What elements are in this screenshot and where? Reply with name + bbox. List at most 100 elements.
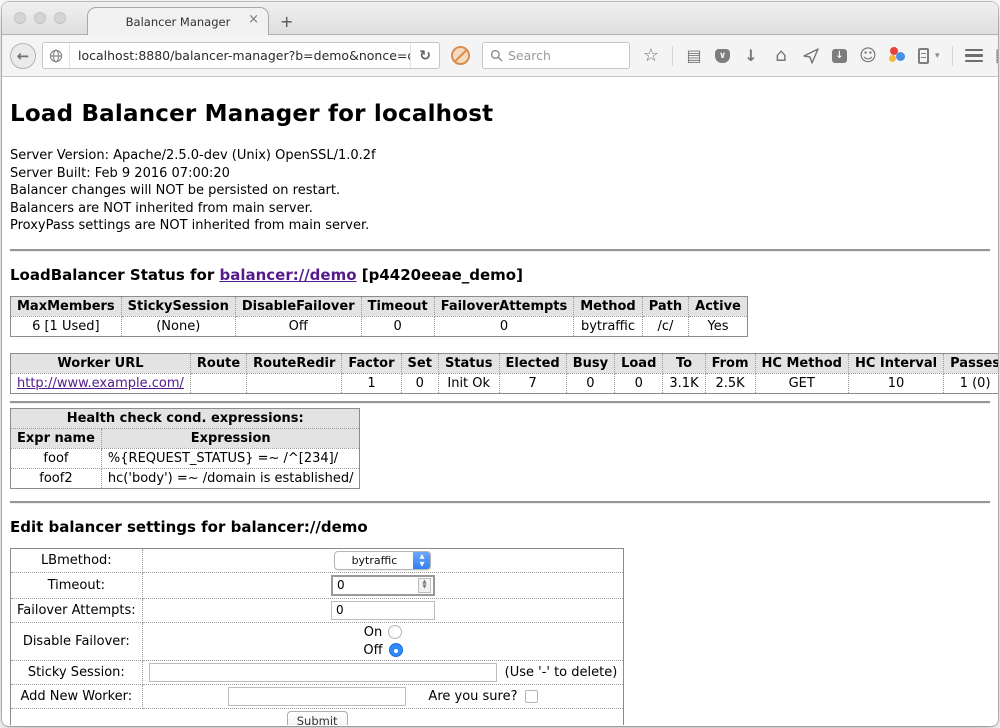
cell: Yes xyxy=(689,316,748,336)
cell xyxy=(190,373,246,393)
col-header: DisableFailover xyxy=(235,296,361,316)
col-header: To xyxy=(663,353,705,373)
feedback-smiley-icon[interactable]: ☺ xyxy=(859,47,877,65)
reading-list-icon[interactable]: ▤ xyxy=(685,47,703,65)
submit-button[interactable]: Submit xyxy=(287,711,348,726)
col-header: Expr name xyxy=(11,428,102,448)
settings-form-table: LBmethod: bytraffic ▲▼ Timeout: ▲▼ xyxy=(10,548,624,726)
globe-icon[interactable] xyxy=(49,49,63,63)
home-icon[interactable]: ⌂ xyxy=(772,47,790,65)
confirm-label: Are you sure? xyxy=(428,689,517,704)
worker-data-row: http://www.example.com/ 1 0 Init Ok 7 0 … xyxy=(11,373,999,393)
server-info-line: ProxyPass settings are NOT inherited fro… xyxy=(10,217,990,235)
col-header: Elected xyxy=(499,353,566,373)
back-button[interactable]: ← xyxy=(10,43,36,69)
timeout-field[interactable]: ▲▼ xyxy=(331,575,435,596)
container-caret-icon[interactable]: ▾ xyxy=(935,51,940,61)
sticky-session-input[interactable] xyxy=(149,663,497,682)
col-header: Factor xyxy=(342,353,401,373)
bookmark-star-icon[interactable]: ☆ xyxy=(642,47,660,65)
form-row-submit: Submit xyxy=(11,708,624,725)
confirm-checkbox[interactable] xyxy=(525,690,538,703)
browser-window: Balancer Manager × + ← localhost:8880/ba… xyxy=(2,2,998,726)
lbmethod-select[interactable]: bytraffic ▲▼ xyxy=(334,551,431,570)
cell: foof xyxy=(11,448,102,468)
send-icon[interactable] xyxy=(802,47,820,65)
status-heading-suffix: [p4420eeae_demo] xyxy=(357,266,523,284)
add-worker-input[interactable] xyxy=(228,687,406,706)
number-stepper-icon[interactable]: ▲▼ xyxy=(418,578,431,593)
container-icon[interactable] xyxy=(918,48,929,64)
edit-settings-heading: Edit balancer settings for balancer://de… xyxy=(10,518,990,536)
search-icon xyxy=(490,49,503,62)
field-label: LBmethod: xyxy=(11,548,143,572)
cell: Init Ok xyxy=(438,373,499,393)
radio-on[interactable] xyxy=(388,625,402,639)
col-header: Timeout xyxy=(361,296,434,316)
page-title: Load Balancer Manager for localhost xyxy=(10,101,990,127)
content-blocked-icon[interactable] xyxy=(451,46,470,65)
extension-grid-icon[interactable]: ▦ xyxy=(995,47,998,65)
balancer-table: MaxMembers StickySession DisableFailover… xyxy=(10,296,748,337)
col-header: Load xyxy=(615,353,663,373)
tab-close-icon[interactable]: × xyxy=(248,13,259,27)
server-info-line: Balancer changes will NOT be persisted o… xyxy=(10,182,990,200)
cell: 7 xyxy=(499,373,566,393)
form-row-add-worker: Add New Worker: Are you sure? xyxy=(11,684,624,708)
downloads-icon[interactable]: ↓ xyxy=(742,47,760,65)
col-header: Route xyxy=(190,353,246,373)
failover-attempts-input[interactable] xyxy=(331,601,435,620)
reload-icon[interactable]: ↻ xyxy=(419,48,431,64)
worker-table: Worker URL Route RouteRedir Factor Set S… xyxy=(10,353,998,394)
separator xyxy=(10,249,990,252)
radio-on-label: On xyxy=(364,625,382,640)
col-header: MaxMembers xyxy=(11,296,122,316)
status-heading: LoadBalancer Status for balancer://demo … xyxy=(10,266,990,284)
worker-url-link[interactable]: http://www.example.com/ xyxy=(17,376,184,391)
col-header: Method xyxy=(574,296,642,316)
cell: 0 xyxy=(615,373,663,393)
new-tab-button[interactable]: + xyxy=(280,14,293,30)
col-header: Set xyxy=(401,353,438,373)
cell: hc('body') =~ /domain is established/ xyxy=(101,468,360,488)
field-label: Add New Worker: xyxy=(11,684,143,708)
cell: 2.5K xyxy=(705,373,755,393)
url-divider2 xyxy=(410,43,411,68)
url-bar[interactable]: localhost:8880/balancer-manager?b=demo&n… xyxy=(42,42,440,69)
col-header: Worker URL xyxy=(11,353,191,373)
field-label: Disable Failover: xyxy=(11,622,143,660)
pocket-icon[interactable]: ∨ xyxy=(715,49,730,63)
window-close-button[interactable] xyxy=(14,12,26,24)
cell: http://www.example.com/ xyxy=(11,373,191,393)
download-panel-icon[interactable]: ↓ xyxy=(832,49,847,63)
cell: 1 xyxy=(342,373,401,393)
server-info: Server Version: Apache/2.5.0-dev (Unix) … xyxy=(10,147,990,235)
search-bar[interactable] xyxy=(482,42,630,69)
health-table-title: Health check cond. expressions: xyxy=(11,408,360,428)
cell: 6 [1 Used] xyxy=(11,316,122,336)
cell: 3.1K xyxy=(663,373,705,393)
form-row-failover: Failover Attempts: xyxy=(11,598,624,622)
timeout-input[interactable] xyxy=(333,578,418,592)
cell: foof2 xyxy=(11,468,102,488)
col-header: Passes xyxy=(944,353,998,373)
palette-icon[interactable] xyxy=(889,47,906,64)
cell: bytraffic xyxy=(574,316,642,336)
page-content: Load Balancer Manager for localhost Serv… xyxy=(2,77,998,725)
select-stepper-icon[interactable]: ▲▼ xyxy=(413,551,430,570)
toolbar-divider xyxy=(672,46,673,66)
menu-hamburger-icon[interactable] xyxy=(965,49,983,63)
window-minimize-button[interactable] xyxy=(34,12,46,24)
form-row-timeout: Timeout: ▲▼ xyxy=(11,572,624,598)
server-info-line: Server Version: Apache/2.5.0-dev (Unix) … xyxy=(10,147,990,165)
tab-balancer-manager[interactable]: Balancer Manager × xyxy=(87,7,269,35)
cell: 0 xyxy=(401,373,438,393)
balancer-link[interactable]: balancer://demo xyxy=(219,266,356,284)
radio-off[interactable] xyxy=(389,643,403,657)
col-header: Status xyxy=(438,353,499,373)
search-input[interactable] xyxy=(508,48,608,63)
url-text[interactable]: localhost:8880/balancer-manager?b=demo&n… xyxy=(70,48,410,63)
window-zoom-button[interactable] xyxy=(54,12,66,24)
cell: 0 xyxy=(361,316,434,336)
col-header: Expression xyxy=(101,428,360,448)
